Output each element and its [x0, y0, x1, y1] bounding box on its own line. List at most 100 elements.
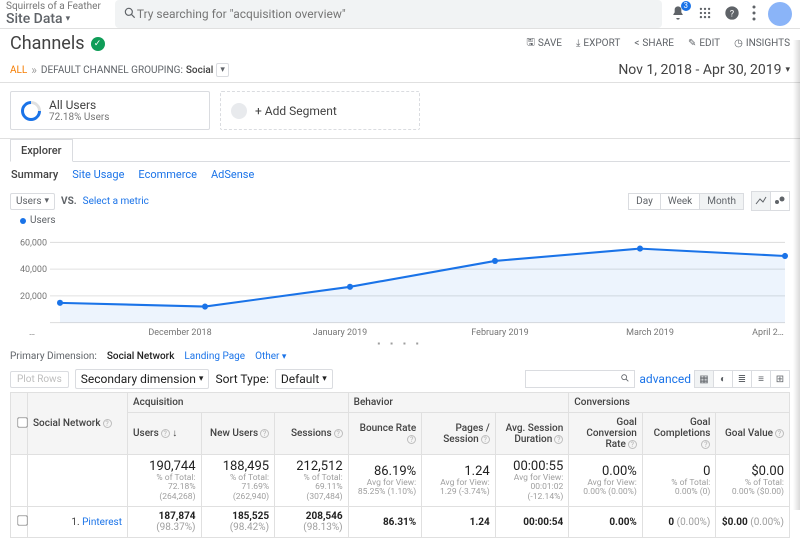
view-comparison-button[interactable]: ≡ — [751, 370, 771, 388]
edit-button[interactable]: ✎EDIT — [688, 38, 720, 49]
row-checkbox[interactable] — [11, 507, 28, 538]
col-goal-conversion-rate[interactable]: Goal Conversion Rate? — [569, 413, 643, 455]
account-switcher[interactable]: Squirrels of a Feather Site Data▾ — [6, 1, 107, 27]
subtab-site-usage[interactable]: Site Usage — [72, 168, 124, 181]
legend-label: Users — [30, 215, 56, 226]
data-cell: 208,546 (98.13%) — [275, 507, 349, 538]
chevron-down-icon: ▾ — [785, 65, 790, 75]
table-search[interactable] — [525, 370, 635, 388]
col-avg-session-duration[interactable]: Avg. Session Duration? — [495, 413, 569, 455]
search-icon — [620, 372, 630, 386]
data-table: Social Network? Acquisition Behavior Con… — [10, 392, 790, 538]
insights-icon: ◷ — [734, 38, 743, 49]
avatar[interactable] — [768, 2, 792, 26]
time-button-month[interactable]: Month — [699, 193, 744, 210]
time-button-day[interactable]: Day — [628, 193, 661, 210]
help-icon[interactable]: ? — [724, 5, 740, 24]
sort-type-selector[interactable]: Default▾ — [275, 369, 333, 389]
col-new-users[interactable]: New Users? — [201, 413, 275, 455]
chevron-down-icon: ▾ — [322, 374, 327, 384]
circle-placeholder-icon — [228, 99, 251, 122]
dimension-social-network[interactable]: Social Network — [107, 351, 175, 362]
breadcrumb-dropdown[interactable]: ▾ — [216, 63, 229, 77]
legend-dot-icon — [20, 218, 26, 224]
data-cell: 0 (0.00%) — [642, 507, 716, 538]
apps-icon[interactable] — [698, 6, 712, 23]
col-bounce-rate[interactable]: Bounce Rate? — [348, 413, 422, 455]
secondary-dimension-selector[interactable]: Secondary dimension▾ — [75, 369, 210, 389]
select-all-checkbox[interactable] — [11, 393, 28, 455]
download-icon: ⤓ — [576, 38, 580, 49]
help-icon[interactable]: ? — [481, 435, 490, 444]
dim-col-header[interactable]: Social Network — [33, 418, 101, 429]
bell-icon[interactable]: 3 — [670, 5, 686, 24]
total-cell: 00:00:55Avg for View: 00:01:02 (-12.14%) — [495, 455, 569, 507]
advanced-filter-link[interactable]: advanced — [639, 372, 691, 386]
select-metric-link[interactable]: Select a metric — [83, 196, 149, 207]
chart[interactable]: 60,000 40,000 20,000 …December 2018Janua… — [10, 226, 790, 339]
col-users[interactable]: Users? ↓ — [128, 413, 202, 455]
insights-button[interactable]: ◷INSIGHTS — [734, 38, 790, 49]
dimension-other[interactable]: Other ▾ — [255, 351, 286, 362]
search-input[interactable] — [137, 7, 654, 21]
help-icon[interactable]: ? — [775, 429, 784, 438]
col-pages-session[interactable]: Pages / Session? — [422, 413, 496, 455]
col-sessions[interactable]: Sessions? — [275, 413, 349, 455]
dimension-landing-page[interactable]: Landing Page — [184, 351, 245, 362]
svg-text:December 2018: December 2018 — [148, 328, 211, 338]
tab-explorer[interactable]: Explorer — [10, 139, 73, 162]
help-icon[interactable]: ? — [407, 435, 416, 444]
svg-text:March 2019: March 2019 — [626, 328, 674, 338]
help-icon[interactable]: ? — [334, 429, 343, 438]
subtab-summary[interactable]: Summary — [11, 168, 58, 181]
search-bar[interactable] — [115, 0, 662, 28]
export-button[interactable]: ⤓EXPORT — [576, 38, 620, 49]
overflow-menu-icon[interactable] — [752, 5, 756, 24]
save-button[interactable]: 🖫SAVE — [526, 35, 562, 52]
subtab-adsense[interactable]: AdSense — [211, 168, 254, 181]
donut-icon — [17, 96, 45, 124]
segment-add[interactable]: + Add Segment — [220, 91, 420, 130]
view-percentage-button[interactable]: ◐ — [713, 370, 733, 388]
sort-type-label: Sort Type: — [215, 372, 268, 386]
help-icon[interactable]: ? — [554, 435, 563, 444]
svg-text:60,000: 60,000 — [20, 238, 47, 248]
search-icon — [123, 6, 137, 23]
save-icon: 🖫 — [526, 35, 535, 52]
segment-label: All Users — [49, 98, 109, 112]
subtab-ecommerce[interactable]: Ecommerce — [138, 168, 197, 181]
view-pivot-button[interactable]: ⊞ — [770, 370, 790, 388]
group-behavior: Behavior — [348, 393, 569, 413]
breadcrumb-all[interactable]: ALL — [10, 65, 27, 76]
view-name: Site Data — [6, 12, 63, 27]
total-cell: 1.24Avg for View: 1.29 (-3.74%) — [422, 455, 496, 507]
svg-text:40,000: 40,000 — [20, 265, 47, 275]
date-range-picker[interactable]: Nov 1, 2018 - Apr 30, 2019 ▾ — [618, 62, 790, 78]
metric-selector[interactable]: Users▾ — [10, 193, 55, 210]
scrollbar[interactable] — [793, 40, 800, 510]
svg-text:20,000: 20,000 — [20, 292, 47, 302]
chart-type-line[interactable] — [751, 191, 771, 211]
data-cell: 00:00:54 — [495, 507, 569, 538]
help-icon[interactable]: ? — [260, 429, 269, 438]
help-icon[interactable]: ? — [628, 440, 637, 449]
col-goal-value[interactable]: Goal Value? — [716, 413, 790, 455]
help-icon[interactable]: ? — [103, 419, 112, 428]
help-icon[interactable]: ? — [161, 429, 170, 438]
notification-count-badge: 3 — [681, 1, 692, 11]
total-cell: 86.19%Avg for View: 85.25% (1.10%) — [348, 455, 422, 507]
table-row[interactable]: 1. Pinterest187,874 (98.37%)185,525 (98.… — [11, 507, 790, 538]
share-button[interactable]: <SHARE — [634, 38, 674, 49]
col-goal-completions[interactable]: Goal Completions? — [642, 413, 716, 455]
view-table-button[interactable]: ▦ — [694, 370, 714, 388]
row-dimension-link[interactable]: Pinterest — [82, 517, 122, 528]
chart-type-motion[interactable] — [770, 191, 790, 211]
data-cell: 187,874 (98.37%) — [128, 507, 202, 538]
total-cell: 0% of Total: 0.00% (0) — [642, 455, 716, 507]
segment-all-users[interactable]: All Users 72.18% Users — [10, 91, 210, 130]
help-icon[interactable]: ? — [701, 440, 710, 449]
total-cell: 0.00%Avg for View: 0.00% (0.00%) — [569, 455, 643, 507]
view-performance-button[interactable]: ≣ — [732, 370, 752, 388]
time-button-week[interactable]: Week — [660, 193, 700, 210]
resize-handle[interactable]: ▪ ▪ ▪ ▪ — [0, 339, 800, 347]
